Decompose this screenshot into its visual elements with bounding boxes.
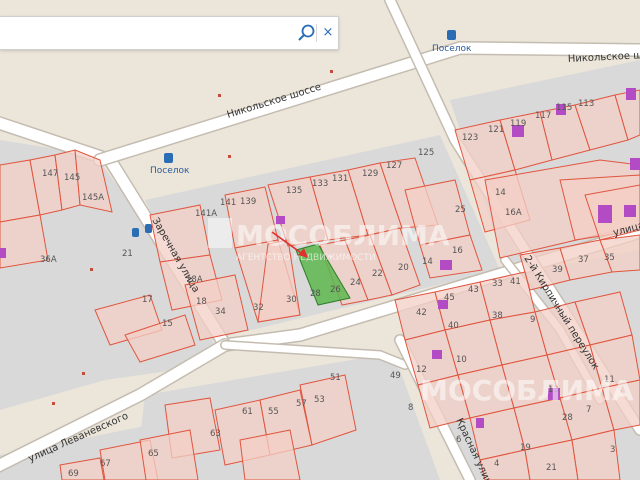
house-number: 145A [82,193,104,203]
search-divider [316,24,317,42]
house-number: 28 [310,289,321,299]
house-number: 17 [142,295,153,305]
house-number: 6 [456,435,461,445]
house-number: 141 [220,198,236,208]
house-number: 40 [448,321,459,331]
house-number: 57 [296,399,307,409]
house-number: 21 [122,249,133,259]
house-number: 121 [488,125,504,135]
house-number: 28 [562,413,573,423]
house-number: 20 [398,263,409,273]
house-number: 38 [492,311,503,321]
bus-icon [164,153,173,163]
house-number: 51 [330,373,341,383]
house-number: 147 [42,169,58,179]
house-number: 18A [186,275,203,285]
house-number: 26 [330,285,341,295]
house-number: 39 [552,265,563,275]
house-number: 119 [510,119,526,129]
house-number: 35 [604,253,615,263]
house-number: 45 [444,293,455,303]
house-number: 129 [362,169,378,179]
house-number: 115 [556,103,572,113]
house-number: 8 [408,403,413,413]
house-number: 41 [510,277,521,287]
house-number: 22 [372,269,383,279]
house-number: 15 [162,319,173,329]
house-number: 67 [100,459,111,469]
bus-stop-label: Поселок [432,44,472,54]
house-number: 131 [332,174,348,184]
house-number: 10 [456,355,467,365]
bus-icon [447,30,456,40]
house-number: 21 [546,463,557,473]
search-bar: × [0,16,339,50]
house-number: 30 [286,295,297,305]
house-number: 49 [390,371,401,381]
house-number: 55 [268,407,279,417]
house-number: 16 [452,246,463,256]
house-number: 4 [494,459,499,469]
house-number: 33 [492,279,503,289]
house-number: 65 [148,449,159,459]
svg-text:МОСОБЛИМА: МОСОБЛИМА [236,219,450,252]
house-number: 14 [422,257,433,267]
svg-text:МОСОБЛИМА: МОСОБЛИМА [420,374,634,407]
house-number: 145 [64,173,80,183]
house-number: 34 [215,307,226,317]
house-number: 43 [468,285,479,295]
house-number: 139 [240,197,256,207]
house-number: 42 [416,308,427,318]
search-input[interactable] [6,21,290,45]
building-logo-icon [208,218,232,248]
house-number: 113 [578,99,594,109]
house-number: 9 [530,315,535,325]
house-number: 36A [40,255,57,265]
bus-stop-label: Поселок [150,166,190,176]
house-number: 127 [386,161,402,171]
watermark-secondary: МОСОБЛИМА [420,374,634,407]
bus-icon [145,224,152,233]
house-number: 25 [455,205,466,215]
bus-icon [132,228,139,237]
house-number: 61 [242,407,253,417]
clear-icon[interactable]: × [320,22,336,44]
search-icon[interactable] [296,22,318,44]
house-number: 133 [312,179,328,189]
house-number: 125 [418,148,434,158]
house-number: 24 [350,278,361,288]
house-number: 16A [505,208,522,218]
house-number: 135 [286,186,302,196]
cadastral-map[interactable]: Никольское шоссе Никольское шоссе Заречн… [0,0,640,480]
house-number: 19 [520,443,531,453]
house-number: 69 [68,469,79,479]
house-number: 53 [314,395,325,405]
house-number: 63 [210,429,221,439]
house-number: 123 [462,133,478,143]
house-number: 18 [196,297,207,307]
house-number: 32 [253,303,264,313]
house-number: 37 [578,255,589,265]
house-number: 14 [495,188,506,198]
house-number: 117 [535,111,551,121]
house-number: 141A [195,209,217,219]
house-number: 3 [610,445,615,455]
